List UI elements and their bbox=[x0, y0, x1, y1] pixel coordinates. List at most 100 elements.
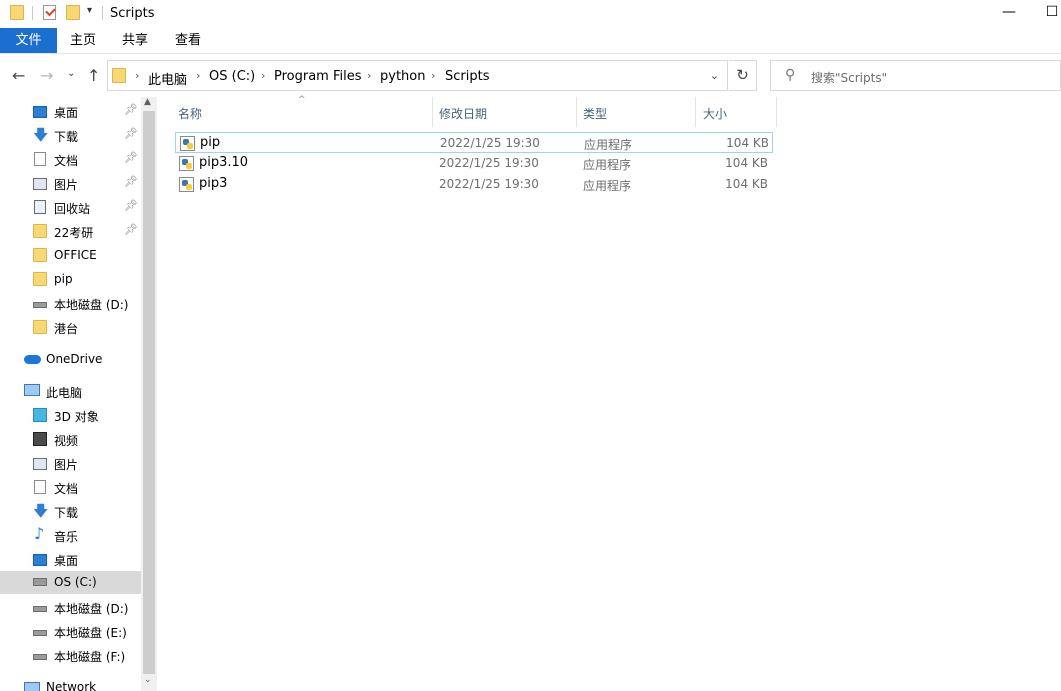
drive-icon bbox=[33, 606, 47, 612]
column-header-type[interactable]: 类型 bbox=[583, 105, 607, 122]
nav-item-this-pc[interactable]: 此电脑 bbox=[24, 380, 141, 403]
nav-label: 3D 对象 bbox=[54, 410, 99, 424]
pin-icon[interactable]: 📌︎ bbox=[124, 199, 138, 212]
folder-icon[interactable] bbox=[10, 5, 24, 20]
navigation-pane: 桌面 📌︎ 🡇 下载 📌︎ 文档 📌︎ 图片 📌︎ 回收站 📌︎ 22考研 📌︎… bbox=[0, 97, 141, 691]
column-header-size[interactable]: 大小 bbox=[703, 105, 727, 122]
nav-label: 桌面 bbox=[54, 106, 79, 120]
pin-icon[interactable]: 📌︎ bbox=[124, 103, 138, 116]
nav-item-folder[interactable]: 22考研 📌︎ bbox=[33, 220, 141, 243]
breadcrumb-separator[interactable]: › bbox=[261, 69, 265, 82]
address-bar[interactable]: › 此电脑 › OS (C:) › Program Files › python… bbox=[107, 60, 728, 91]
file-date: 2022/1/25 19:30 bbox=[440, 136, 540, 150]
nav-label: OneDrive bbox=[46, 352, 103, 366]
pin-icon[interactable]: 📌︎ bbox=[124, 175, 138, 188]
breadcrumb-separator[interactable]: › bbox=[367, 69, 371, 82]
window-title: Scripts bbox=[110, 6, 155, 21]
scroll-thumb[interactable] bbox=[143, 111, 155, 674]
nav-item-drive-d[interactable]: 本地磁盘 (D:) bbox=[33, 292, 141, 315]
file-row[interactable]: pip3.10 2022/1/25 19:30 应用程序 104 KB bbox=[175, 153, 773, 174]
maximize-button[interactable]: ☐ bbox=[1042, 4, 1061, 20]
file-row[interactable]: pip3 2022/1/25 19:30 应用程序 104 KB bbox=[175, 174, 773, 195]
refresh-button[interactable]: ↻ bbox=[729, 60, 757, 91]
nav-item-music[interactable]: ♪ 音乐 bbox=[33, 524, 141, 547]
tab-file[interactable]: 文件 bbox=[0, 28, 57, 53]
address-dropdown-icon[interactable]: ⌄ bbox=[710, 69, 719, 82]
pin-icon[interactable]: 📌︎ bbox=[124, 223, 138, 236]
nav-item-downloads[interactable]: 🡇 下载 bbox=[33, 500, 141, 523]
tab-view[interactable]: 查看 bbox=[167, 28, 209, 53]
scroll-down-icon[interactable]: ⌄ bbox=[144, 675, 152, 685]
nav-item-videos[interactable]: 视频 bbox=[33, 428, 141, 451]
nav-item-drive-f[interactable]: 本地磁盘 (F:) bbox=[33, 644, 141, 667]
nav-label: pip bbox=[54, 272, 73, 286]
nav-item-documents[interactable]: 文档 📌︎ bbox=[33, 148, 141, 171]
download-icon: 🡇 bbox=[33, 502, 49, 520]
properties-icon[interactable] bbox=[43, 5, 56, 20]
search-box[interactable]: ⚲ 搜索"Scripts" bbox=[770, 60, 1061, 91]
tab-share[interactable]: 共享 bbox=[114, 28, 156, 53]
column-header-row: ^ 名称 修改日期 类型 大小 bbox=[170, 95, 790, 128]
breadcrumb-program-files[interactable]: Program Files bbox=[274, 69, 362, 84]
breadcrumb-scripts[interactable]: Scripts bbox=[445, 69, 489, 84]
breadcrumb-separator[interactable]: › bbox=[196, 69, 200, 82]
breadcrumb-separator[interactable]: › bbox=[431, 69, 435, 82]
column-divider[interactable] bbox=[576, 97, 577, 127]
nav-label: 图片 bbox=[54, 178, 79, 192]
minimize-button[interactable]: — bbox=[999, 4, 1019, 20]
nav-item-onedrive[interactable]: OneDrive bbox=[24, 348, 141, 371]
column-divider[interactable] bbox=[432, 97, 433, 127]
nav-item-drive-d[interactable]: 本地磁盘 (D:) bbox=[33, 596, 141, 619]
up-arrow-icon[interactable]: ↑ bbox=[87, 66, 100, 85]
nav-item-office[interactable]: OFFICE bbox=[33, 244, 141, 267]
new-folder-icon[interactable] bbox=[66, 5, 80, 20]
pin-icon[interactable]: 📌︎ bbox=[124, 151, 138, 164]
nav-label: 桌面 bbox=[54, 554, 79, 568]
recent-locations-icon[interactable]: ⌄ bbox=[67, 68, 75, 79]
tab-home[interactable]: 主页 bbox=[62, 28, 104, 53]
nav-item-3d-objects[interactable]: 3D 对象 bbox=[33, 404, 141, 427]
column-header-name[interactable]: 名称 bbox=[178, 105, 202, 122]
nav-label: 音乐 bbox=[54, 530, 79, 544]
nav-item-os-c[interactable]: OS (C:) bbox=[0, 571, 141, 594]
pictures-icon bbox=[33, 178, 47, 190]
scroll-up-icon[interactable]: ▲ bbox=[144, 97, 151, 107]
back-arrow-icon[interactable]: ← bbox=[12, 66, 25, 85]
document-icon bbox=[34, 480, 46, 494]
nav-item-desktop[interactable]: 桌面 📌︎ bbox=[33, 100, 141, 123]
nav-item-pictures[interactable]: 图片 📌︎ bbox=[33, 172, 141, 195]
column-divider[interactable] bbox=[695, 97, 696, 127]
nav-item-drive-e[interactable]: 本地磁盘 (E:) bbox=[33, 620, 141, 643]
divider bbox=[32, 6, 33, 20]
file-row[interactable]: pip 2022/1/25 19:30 应用程序 104 KB bbox=[175, 132, 773, 153]
file-date: 2022/1/25 19:30 bbox=[439, 177, 539, 191]
nav-label: 本地磁盘 (D:) bbox=[54, 298, 129, 312]
breadcrumb-separator[interactable]: › bbox=[135, 69, 139, 82]
nav-label: OS (C:) bbox=[54, 575, 97, 589]
folder-icon bbox=[33, 224, 47, 238]
column-header-date[interactable]: 修改日期 bbox=[439, 105, 487, 122]
nav-label: 文档 bbox=[54, 482, 79, 496]
file-type: 应用程序 bbox=[583, 179, 632, 193]
music-icon: ♪ bbox=[34, 524, 45, 543]
file-size: 104 KB bbox=[725, 156, 768, 170]
nav-item-desktop[interactable]: 桌面 bbox=[33, 548, 141, 571]
breadcrumb-this-pc[interactable]: 此电脑 bbox=[148, 69, 187, 88]
column-divider[interactable] bbox=[776, 97, 777, 127]
nav-item-recycle-bin[interactable]: 回收站 📌︎ bbox=[33, 196, 141, 219]
customize-quick-access-icon[interactable]: ▾ bbox=[87, 5, 92, 16]
breadcrumb-os-c[interactable]: OS (C:) bbox=[209, 69, 255, 84]
nav-item-network[interactable]: Network bbox=[24, 676, 141, 691]
nav-item-downloads[interactable]: 🡇 下载 📌︎ bbox=[33, 124, 141, 147]
nav-item-pip[interactable]: pip bbox=[33, 268, 141, 291]
pin-icon[interactable]: 📌︎ bbox=[124, 127, 138, 140]
search-input[interactable]: 搜索"Scripts" bbox=[811, 69, 887, 86]
nav-scrollbar[interactable]: ▲ ⌄ bbox=[141, 97, 157, 691]
network-icon bbox=[24, 682, 40, 691]
nav-item-pictures[interactable]: 图片 bbox=[33, 452, 141, 475]
breadcrumb-python[interactable]: python bbox=[380, 69, 425, 84]
nav-item-gangtai[interactable]: 港台 bbox=[33, 316, 141, 339]
nav-item-documents[interactable]: 文档 bbox=[33, 476, 141, 499]
nav-label: 22考研 bbox=[54, 226, 94, 240]
forward-arrow-icon[interactable]: → bbox=[40, 66, 53, 85]
